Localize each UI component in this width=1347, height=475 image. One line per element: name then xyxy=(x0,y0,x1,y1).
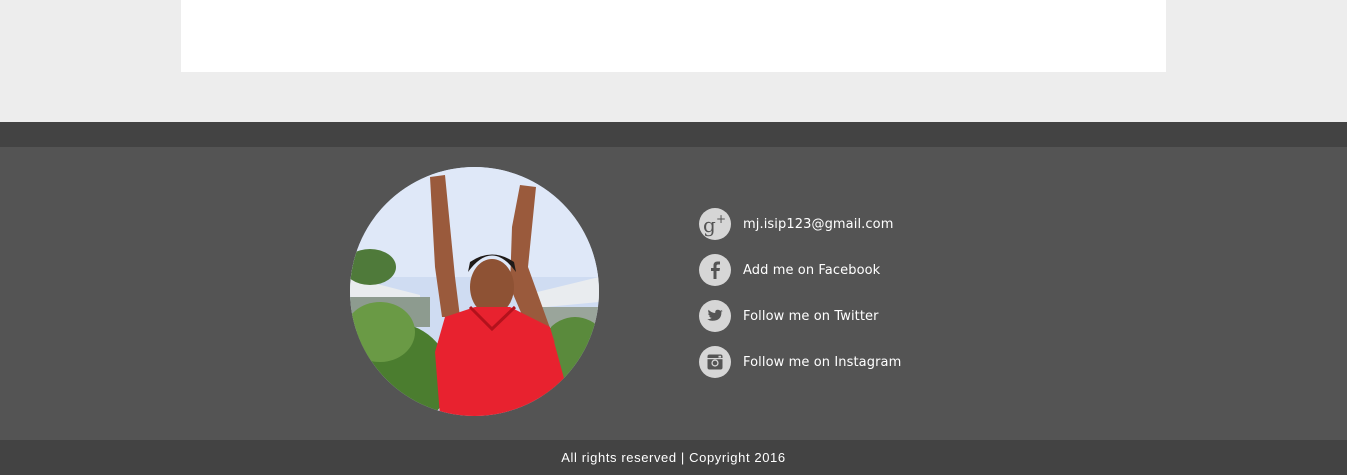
profile-photo xyxy=(350,167,599,416)
svg-text:+: + xyxy=(716,212,726,226)
google-plus-icon: g + xyxy=(699,208,731,240)
contact-twitter[interactable]: Follow me on Twitter xyxy=(699,300,901,332)
facebook-icon xyxy=(699,254,731,286)
svg-text:g: g xyxy=(703,213,716,237)
copyright-text: All rights reserved | Copyright 2016 xyxy=(561,450,786,465)
twitter-icon xyxy=(699,300,731,332)
contact-email-label: mj.isip123@gmail.com xyxy=(743,216,894,232)
footer-top-strip xyxy=(0,122,1347,147)
contact-email[interactable]: g + mj.isip123@gmail.com xyxy=(699,208,901,240)
contact-facebook-label: Add me on Facebook xyxy=(743,262,881,278)
contact-facebook[interactable]: Add me on Facebook xyxy=(699,254,901,286)
page-background xyxy=(0,0,1347,122)
contact-instagram[interactable]: Follow me on Instagram xyxy=(699,346,901,378)
contact-twitter-label: Follow me on Twitter xyxy=(743,308,879,324)
content-panel xyxy=(181,0,1166,72)
contact-instagram-label: Follow me on Instagram xyxy=(743,354,902,370)
instagram-icon xyxy=(699,346,731,378)
footer-main: g + mj.isip123@gmail.com Add me on Faceb… xyxy=(0,147,1347,440)
contact-list: g + mj.isip123@gmail.com Add me on Faceb… xyxy=(699,208,901,392)
copyright-bar: All rights reserved | Copyright 2016 xyxy=(0,440,1347,475)
